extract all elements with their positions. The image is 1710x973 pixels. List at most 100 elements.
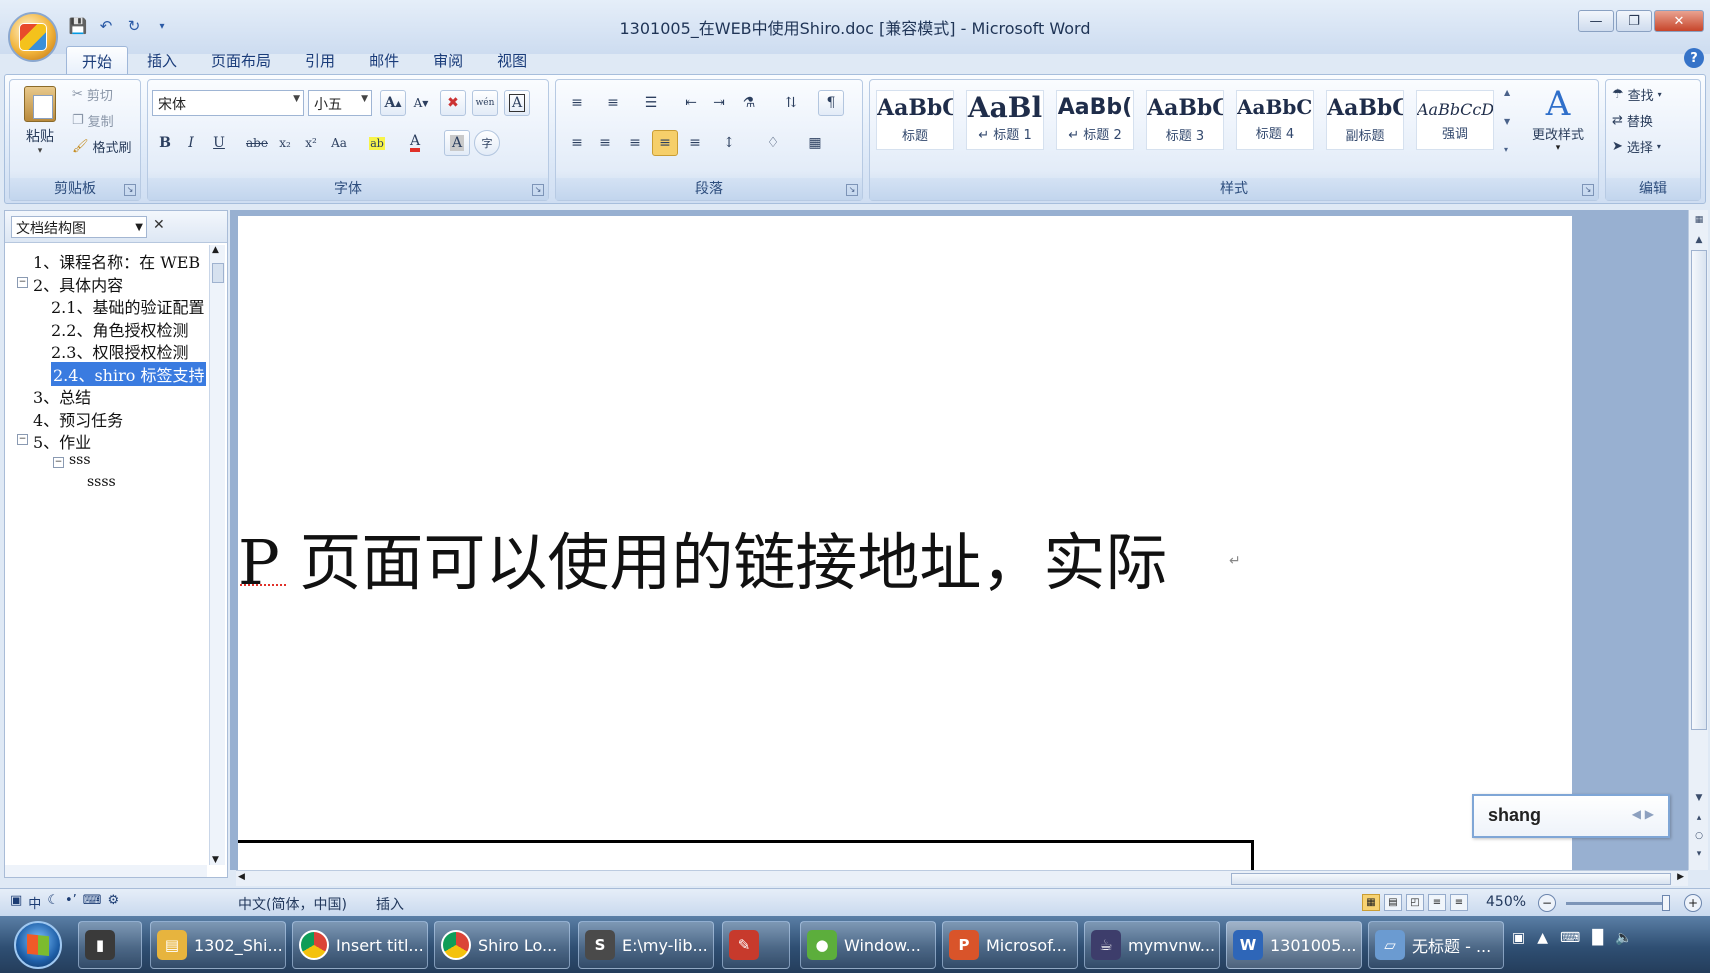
draft-view-icon[interactable]: ≡ (1450, 894, 1468, 911)
nav-tree-item[interactable]: 2.4、shiro 标签支持 (51, 361, 207, 386)
ruler-toggle-icon[interactable]: ▦ (1691, 212, 1707, 228)
styles-launcher-icon[interactable]: ↘ (1582, 184, 1594, 196)
nav-tree-item[interactable]: 3、总结 (33, 384, 91, 408)
close-icon[interactable]: ✕ (153, 217, 165, 233)
zoom-level[interactable]: 450% (1486, 894, 1526, 910)
nav-tree-item[interactable]: 4、预习任务 (33, 407, 123, 431)
borders-icon[interactable]: ▦ (802, 130, 828, 156)
taskbar-button[interactable]: ● Window... (800, 921, 936, 969)
horizontal-scroll-thumb[interactable] (1231, 873, 1671, 885)
style-subtitle[interactable]: AaBbC 副标题 (1326, 90, 1404, 150)
nav-horizontal-scrollbar[interactable] (5, 865, 207, 877)
underline-button[interactable]: U (206, 130, 232, 156)
highlight-button[interactable]: ab (364, 130, 390, 156)
style-heading-2[interactable]: AaBb(↵ 标题 2 (1056, 90, 1134, 150)
increase-indent-icon[interactable]: ⇥ (706, 90, 732, 116)
tab-view[interactable]: 视图 (482, 46, 542, 74)
tab-references[interactable]: 引用 (290, 46, 350, 74)
nav-tree-item[interactable]: 5、作业 (33, 429, 91, 453)
web-layout-icon[interactable]: ◰ (1406, 894, 1424, 911)
tray-show-desktop-icon[interactable]: ▣ (1512, 930, 1525, 946)
nav-scroll-thumb[interactable] (212, 263, 224, 283)
ime-page-arrows-icon[interactable]: ◀ ▶ (1632, 807, 1654, 821)
enclose-char-button[interactable]: 字 (474, 130, 500, 156)
styles-gallery-scroll[interactable]: ▲ ▼ ▾ (1504, 88, 1516, 154)
nav-vertical-scrollbar[interactable]: ▲ ▼ (209, 245, 225, 865)
taskbar-button[interactable]: ☕ mymvnw... (1084, 921, 1220, 969)
replace-button[interactable]: ⇄ 替换 (1612, 108, 1653, 132)
full-screen-reading-icon[interactable]: ▤ (1384, 894, 1402, 911)
numbering-icon[interactable]: ≡ (600, 90, 626, 116)
style-emphasis[interactable]: AaBbCcDc 强调 (1416, 90, 1494, 150)
bold-button[interactable]: B (152, 130, 178, 156)
sort-icon[interactable]: ⇅ (778, 90, 804, 116)
tab-insert[interactable]: 插入 (132, 46, 192, 74)
browse-object-icon[interactable]: ○ (1691, 828, 1707, 844)
volume-icon[interactable]: 🔈 (1615, 930, 1632, 946)
help-icon[interactable]: ? (1684, 48, 1704, 68)
scroll-up-icon[interactable]: ▲ (212, 245, 219, 255)
grow-font-button[interactable]: A ▲ (380, 90, 406, 116)
char-shading-button[interactable]: A (444, 130, 470, 156)
previous-page-icon[interactable]: ▴ (1691, 810, 1707, 826)
taskbar-button[interactable]: Insert titl... (292, 921, 428, 969)
paragraph-launcher-icon[interactable]: ↘ (846, 184, 858, 196)
font-size-combo[interactable]: 小五 ▼ (308, 90, 372, 116)
cut-button[interactable]: ✂ 剪切 (72, 82, 113, 106)
nav-tree-item[interactable]: ssss (87, 474, 116, 490)
nav-tree-item[interactable]: 1、课程名称：在 WEB (33, 249, 200, 273)
shrink-font-button[interactable]: A ▼ (408, 90, 434, 116)
close-button[interactable]: ✕ (1654, 10, 1704, 32)
italic-button[interactable]: I (178, 130, 204, 156)
document-vertical-scrollbar[interactable]: ▦ ▲ ▼ ▴ ○ ▾ (1688, 210, 1708, 870)
outline-view-icon[interactable]: ≡ (1428, 894, 1446, 911)
nav-tree-item[interactable]: sss (69, 452, 91, 468)
collapse-toggle-icon[interactable]: − (17, 276, 28, 288)
zoom-slider[interactable] (1566, 902, 1664, 905)
line-spacing-icon[interactable]: ↕ (716, 130, 742, 156)
paste-button[interactable]: 粘贴 ▾ (18, 86, 62, 156)
copy-button[interactable]: ❐ 复制 (72, 108, 114, 132)
taskbar-button[interactable]: S E:\my-lib... (578, 921, 714, 969)
format-painter-button[interactable]: 🖌 格式刷 (72, 134, 132, 158)
tray-expand-icon[interactable]: ▲ (1537, 930, 1548, 946)
start-button[interactable] (14, 921, 62, 969)
print-layout-view-icon[interactable]: ▦ (1362, 894, 1380, 911)
align-right-icon[interactable]: ≡ (622, 130, 648, 156)
scroll-down-icon[interactable]: ▼ (212, 855, 219, 865)
status-insert-mode[interactable]: 插入 (376, 894, 404, 914)
align-center-icon[interactable]: ≡ (592, 130, 618, 156)
taskbar-button[interactable]: P Microsof... (942, 921, 1078, 969)
find-button[interactable]: ☂ 查找 ▾ (1612, 82, 1662, 106)
tray-ime-icon[interactable]: ⌨ (1560, 930, 1580, 946)
collapse-toggle-icon[interactable]: − (53, 456, 64, 468)
style-title[interactable]: AaBbC 标题 (876, 90, 954, 150)
phonetic-guide-button[interactable]: wén (472, 90, 498, 116)
ime-moon-icon[interactable]: ☾ (47, 893, 59, 912)
gallery-more-icon[interactable]: ▾ (1504, 145, 1516, 154)
scroll-left-icon[interactable]: ◀ (238, 872, 245, 882)
strikethrough-button[interactable]: abe (244, 130, 270, 156)
decrease-indent-icon[interactable]: ⇤ (678, 90, 704, 116)
scroll-down-icon[interactable]: ▼ (1504, 117, 1516, 126)
taskbar-button[interactable]: ▮ (78, 921, 142, 969)
style-heading-4[interactable]: AaBbCc 标题 4 (1236, 90, 1314, 150)
tab-page-layout[interactable]: 页面布局 (196, 46, 286, 74)
ime-tools-icon[interactable]: ⚙ (108, 893, 120, 912)
collapse-toggle-icon[interactable]: − (17, 434, 28, 445)
font-name-combo[interactable]: 宋体 ▼ (152, 90, 304, 116)
bullets-icon[interactable]: ≡ (564, 90, 590, 116)
taskbar-button[interactable]: ▤ 1302_Shi... (150, 921, 286, 969)
document-scroll-thumb[interactable] (1691, 250, 1707, 730)
minimize-button[interactable]: — (1578, 10, 1614, 32)
next-page-icon[interactable]: ▾ (1691, 846, 1707, 862)
taskbar-button[interactable]: ✎ (722, 921, 790, 969)
chinese-layout-icon[interactable]: ⚗ (736, 90, 762, 116)
network-icon[interactable]: █ (1592, 930, 1603, 946)
select-button[interactable]: ➤ 选择 ▾ (1612, 134, 1661, 158)
change-case-button[interactable]: Aa (326, 130, 352, 156)
scroll-up-icon[interactable]: ▲ (1691, 232, 1707, 248)
justify-icon[interactable]: ≡ (652, 130, 678, 156)
zoom-in-icon[interactable]: + (1684, 894, 1702, 912)
document-horizontal-scrollbar[interactable]: ◀ ▶ (236, 870, 1688, 886)
